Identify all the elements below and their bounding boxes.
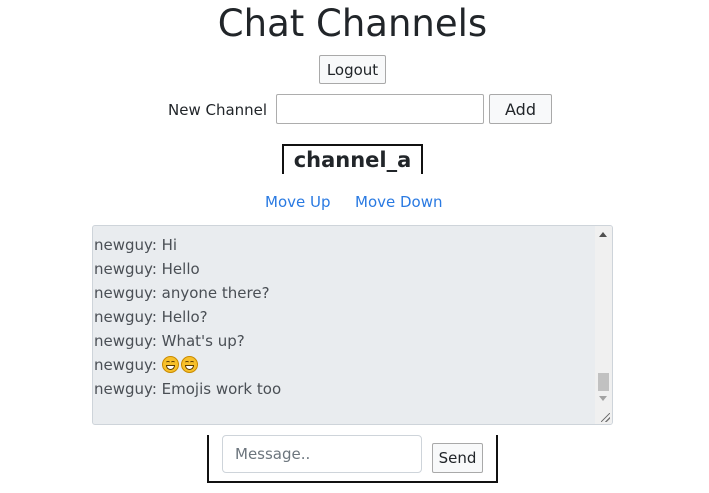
logout-button[interactable]: Logout (319, 55, 386, 84)
chat-message-text: newguy: Hi (94, 236, 178, 254)
laughing-emoji-icon (180, 356, 198, 373)
laughing-emoji-icon (161, 356, 179, 373)
chat-message: newguy: Hi (94, 233, 594, 257)
chat-message: newguy: Hello? (94, 305, 594, 329)
resize-handle-icon[interactable] (601, 413, 610, 422)
new-channel-label: New Channel (168, 101, 268, 119)
chat-page: Chat Channels Logout New Channel Add cha… (0, 0, 709, 493)
move-up-link[interactable]: Move Up (265, 192, 331, 212)
chat-message: newguy: anyone there? (94, 281, 594, 305)
chat-message: newguy: (94, 353, 594, 377)
chat-message-text: newguy: Hello? (94, 308, 208, 326)
chat-log[interactable]: newguy: Hi newguy: Hello newguy: anyone th… (92, 225, 613, 425)
move-down-link[interactable]: Move Down (355, 192, 443, 212)
message-input[interactable] (222, 435, 422, 473)
chat-message-text: newguy: anyone there? (94, 284, 270, 302)
add-channel-button[interactable]: Add (489, 94, 552, 124)
channel-name: channel_a (282, 144, 423, 174)
send-button[interactable]: Send (432, 443, 483, 473)
message-list: newguy: Hi newguy: Hello newguy: anyone th… (94, 233, 594, 401)
chat-message: newguy: What's up? (94, 329, 594, 353)
scroll-thumb[interactable] (598, 373, 609, 391)
chat-scrollbar[interactable] (595, 226, 612, 424)
chat-message-text: newguy: (94, 356, 162, 374)
chat-message: newguy: Emojis work too (94, 377, 594, 401)
chat-message-text: newguy: What's up? (94, 332, 245, 350)
new-channel-input[interactable] (276, 94, 484, 124)
scroll-up-arrow-icon[interactable] (599, 232, 607, 237)
chat-message-text: newguy: Emojis work too (94, 380, 282, 398)
page-title: Chat Channels (217, 2, 488, 45)
chat-message: newguy: Hello (94, 257, 594, 281)
scroll-down-arrow-icon[interactable] (599, 396, 607, 401)
chat-message-text: newguy: Hello (94, 260, 200, 278)
